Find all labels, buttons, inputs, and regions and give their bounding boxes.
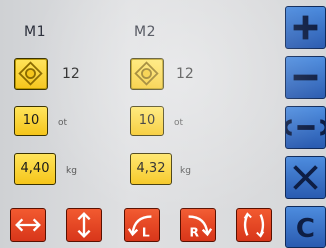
mirror-button[interactable] xyxy=(236,208,272,242)
cancel-icon xyxy=(293,165,318,190)
mirror-arrows-icon xyxy=(243,212,265,238)
minus-button[interactable] xyxy=(285,56,326,99)
motor-2-weight-unit: kg xyxy=(180,166,191,176)
vertical-move-button[interactable] xyxy=(66,208,102,242)
rotate-right-icon: R xyxy=(188,215,213,239)
vertical-arrows-icon xyxy=(77,212,91,238)
plus-button[interactable] xyxy=(285,6,326,49)
motor-2-title: M2 xyxy=(134,24,156,40)
settings-button[interactable] xyxy=(285,106,326,149)
motor-1-count-field[interactable]: 10 xyxy=(14,106,48,136)
motor-1-weight-unit: kg xyxy=(66,166,77,176)
cancel-button[interactable] xyxy=(285,156,326,199)
rotate-left-icon: L xyxy=(127,215,152,239)
wrench-icon xyxy=(286,119,325,136)
motor-1-count-unit: ot xyxy=(58,118,68,128)
motor-1-weight-field[interactable]: 4,40 xyxy=(14,153,56,185)
motor-2-step-button[interactable] xyxy=(130,58,164,90)
gear-icon xyxy=(18,61,43,86)
c-icon: C xyxy=(296,214,315,244)
rotate-left-label: L xyxy=(142,225,150,239)
motor-2-count-field[interactable]: 10 xyxy=(130,106,164,136)
gear-icon xyxy=(134,61,159,86)
motor-2-step-value: 12 xyxy=(176,66,194,82)
motor-1-step-button[interactable] xyxy=(14,58,48,90)
motor-1-title: M1 xyxy=(24,24,46,40)
clear-button[interactable]: C xyxy=(285,206,326,248)
motor-2-weight-field[interactable]: 4,32 xyxy=(130,153,172,185)
rotate-right-button[interactable]: R xyxy=(180,208,216,242)
motor-1-step-value: 12 xyxy=(62,66,80,82)
plus-icon xyxy=(293,15,318,40)
rotate-left-button[interactable]: L xyxy=(124,208,160,242)
rotate-right-label: R xyxy=(190,225,200,239)
touch-screen: M1 12 10 ot 4,40 kg M2 12 10 ot 4,32 kg xyxy=(0,0,326,248)
horizontal-move-button[interactable] xyxy=(10,208,46,242)
clear-button-label: C xyxy=(296,214,315,244)
motor-2-count-unit: ot xyxy=(174,118,184,128)
minus-icon xyxy=(293,74,318,81)
horizontal-arrows-icon xyxy=(15,218,41,232)
